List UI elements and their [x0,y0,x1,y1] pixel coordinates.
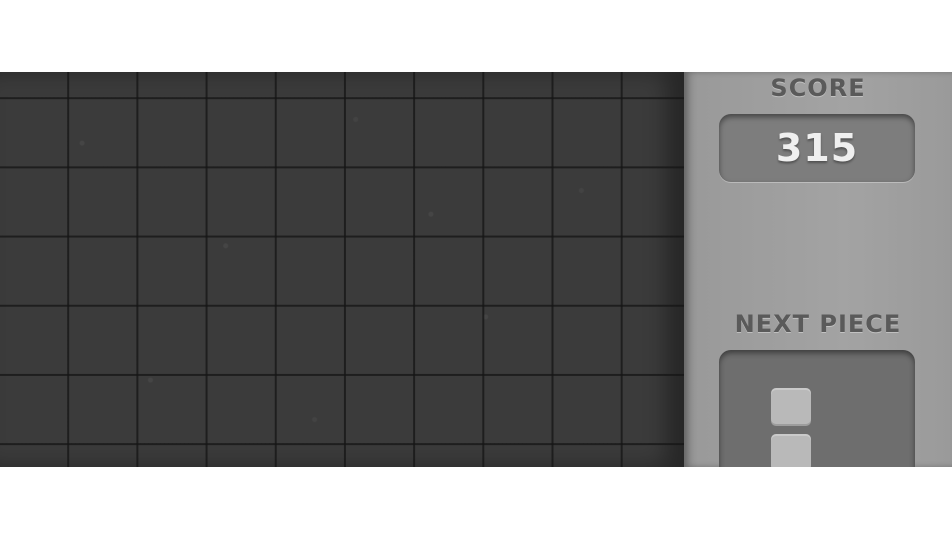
score-label: SCORE [770,74,866,102]
game-screen: SCORE 315 NEXT PIECE [0,72,952,467]
next-piece-label: NEXT PIECE [734,310,902,338]
next-piece-block [771,388,811,426]
score-value: 315 [775,126,859,170]
next-piece-block [771,434,811,467]
board-grid [0,72,688,467]
score-display: 315 [719,114,915,182]
game-board[interactable] [0,72,688,467]
side-panel: SCORE 315 NEXT PIECE [684,72,952,467]
next-piece-preview [719,350,915,467]
